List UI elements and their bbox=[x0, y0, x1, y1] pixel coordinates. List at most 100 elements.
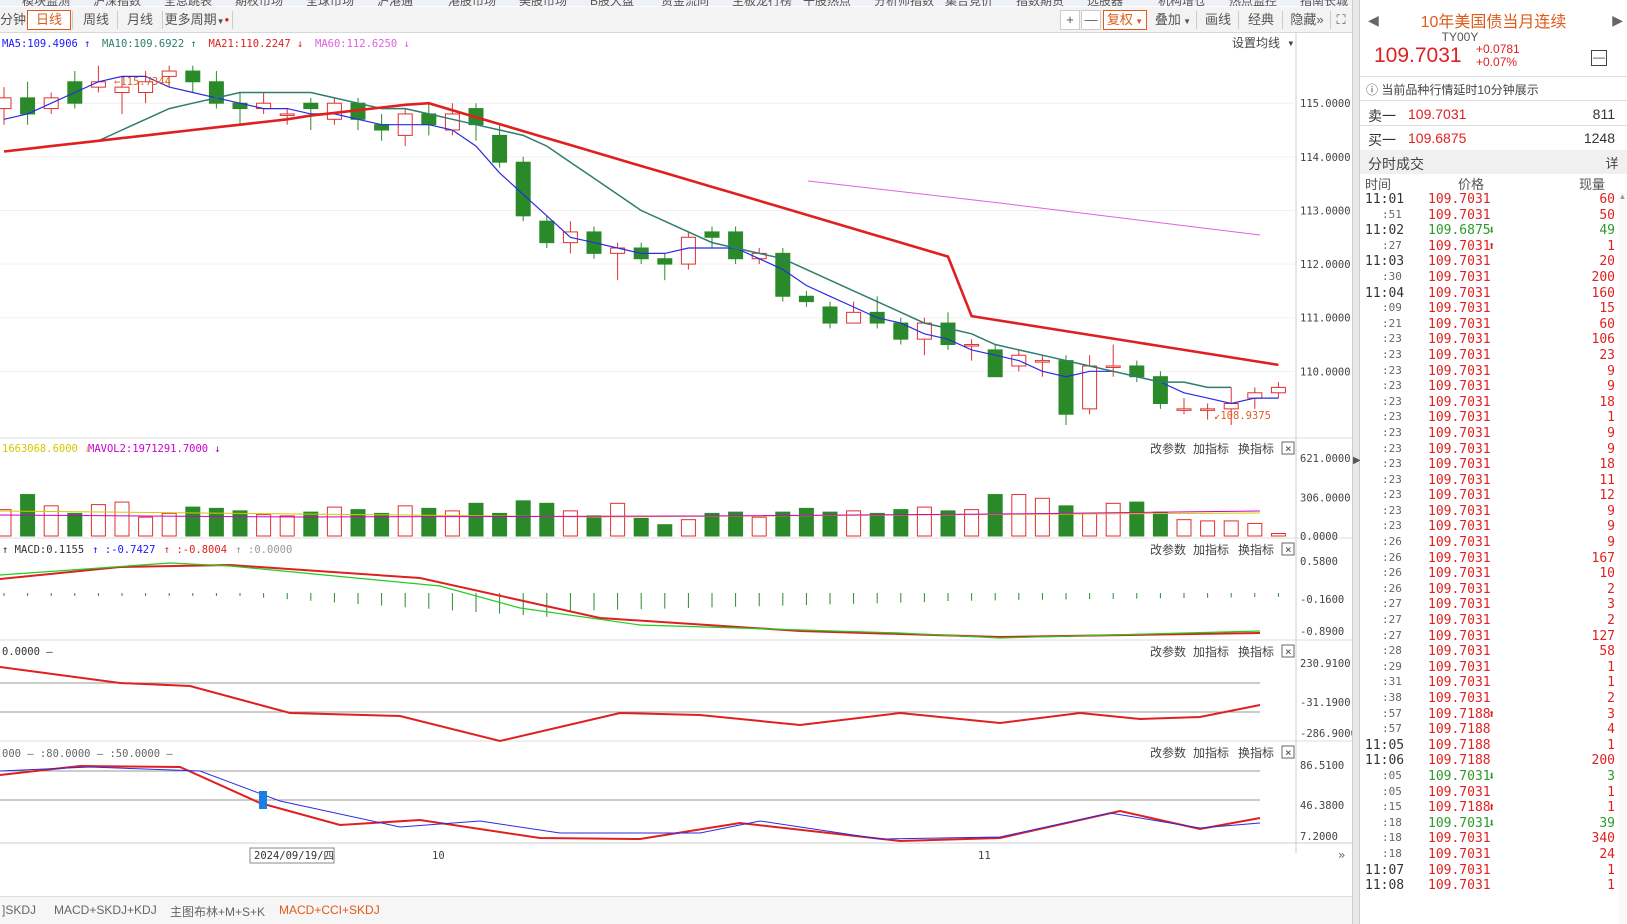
ask-row: 卖一 109.7031 811 bbox=[1360, 102, 1627, 126]
nav-item[interactable]: 模块监测 bbox=[22, 0, 70, 6]
nav-item[interactable]: 沪深指数 bbox=[93, 0, 141, 6]
nav-item[interactable]: 机构增仓 bbox=[1158, 0, 1206, 6]
zoom-in-icon[interactable]: + bbox=[1060, 10, 1080, 30]
kdj-switch-indicator-button: 换指标 bbox=[1238, 745, 1274, 760]
nav-item[interactable]: 沪港通 bbox=[377, 0, 413, 6]
nav-item[interactable]: 分析师指数 bbox=[874, 0, 934, 6]
price-tick-label: 113.0000 bbox=[1300, 205, 1351, 217]
period-daily[interactable]: 日线 bbox=[27, 10, 71, 30]
nav-item[interactable]: B股大盘 bbox=[590, 0, 634, 6]
tab-boll-m-s-k[interactable]: 主图布林+M+S+K bbox=[170, 903, 265, 920]
tick-time: :29 bbox=[1382, 659, 1402, 673]
tick-volume: 1 bbox=[1607, 410, 1615, 426]
macd-switch-indicator-button: 换指标 bbox=[1238, 542, 1274, 557]
nav-item[interactable]: 集合竞价 bbox=[945, 0, 993, 6]
kline-chart[interactable]: 115.0000 114.0000 113.0000 112.0000 111.0000… bbox=[0, 33, 1352, 893]
period-monthly[interactable]: 月线 bbox=[118, 10, 162, 30]
fullscreen-icon[interactable]: ⛶ bbox=[1332, 10, 1350, 30]
tick-time: :27 bbox=[1382, 628, 1402, 642]
detail-button[interactable]: 详 bbox=[1603, 153, 1621, 171]
tick-time: :23 bbox=[1382, 363, 1402, 377]
tick-row: :21 109.7031 60 bbox=[1360, 317, 1627, 333]
tick-time: :23 bbox=[1382, 410, 1402, 424]
tab-skdj[interactable]: ]SKDJ bbox=[2, 903, 36, 917]
tick-row: 11:02 109.6875 49 ⬇ bbox=[1360, 223, 1627, 239]
nav-item[interactable]: 资金流向 bbox=[661, 0, 709, 6]
last-price: 109.7031 bbox=[1374, 44, 1462, 67]
nav-item[interactable]: 期权市场 bbox=[235, 0, 283, 6]
scroll-up-icon[interactable]: ▲ bbox=[1618, 192, 1627, 201]
nav-item[interactable]: 美股市场 bbox=[519, 0, 567, 6]
overlay-dropdown[interactable]: 叠加 ▼ bbox=[1150, 10, 1196, 30]
tick-price: 109.7031 bbox=[1428, 269, 1491, 285]
tick-time: 11:06 bbox=[1365, 753, 1405, 769]
tick-time: :15 bbox=[1382, 800, 1402, 814]
tick-price: 109.7031 bbox=[1428, 675, 1491, 691]
tick-time: :26 bbox=[1382, 566, 1402, 580]
tick-time: :09 bbox=[1382, 301, 1402, 315]
volume-bar bbox=[1129, 501, 1145, 537]
ticks-list[interactable]: 11:01 109.7031 60:51 109.7031 50 11:02 109.687… bbox=[1360, 192, 1627, 894]
tick-row: :23 109.7031 18 bbox=[1360, 395, 1627, 411]
chevron-down-icon: ▼ bbox=[1132, 17, 1144, 26]
nav-item[interactable]: 全球市场 bbox=[306, 0, 354, 6]
tick-row: 11:01 109.7031 60 bbox=[1360, 192, 1627, 208]
nav-item[interactable]: 热点监控 bbox=[1229, 0, 1277, 6]
adjust-label: 复权 bbox=[1106, 12, 1133, 27]
candle-body bbox=[1223, 403, 1239, 410]
period-minute[interactable]: 分钟 bbox=[0, 10, 26, 30]
kdj-legend: 000 – :80.0000 – :50.0000 – bbox=[2, 748, 173, 760]
kdj-tick-label: 7.2000 bbox=[1300, 831, 1338, 843]
tick-time: :38 bbox=[1382, 691, 1402, 704]
period-weekly[interactable]: 周线 bbox=[74, 10, 118, 30]
volume-bar bbox=[350, 509, 366, 537]
volume-bar bbox=[916, 506, 932, 537]
nav-item[interactable]: 全息跳表 bbox=[164, 0, 212, 6]
candle-body bbox=[539, 220, 555, 244]
tab-macd-skdj-kdj[interactable]: MACD+SKDJ+KDJ bbox=[54, 903, 157, 917]
ticks-scrollbar[interactable]: ▲ bbox=[1618, 192, 1627, 924]
nav-item[interactable]: 选股器 bbox=[1087, 0, 1123, 6]
tick-price: 109.7031 bbox=[1428, 581, 1491, 597]
volume-bar bbox=[798, 507, 814, 537]
tick-row: :23 109.7031 1 bbox=[1360, 410, 1627, 426]
chart-canvas[interactable]: 115.0000 114.0000 113.0000 112.0000 111.0000… bbox=[0, 33, 1352, 893]
tick-price: 109.7031 bbox=[1428, 597, 1491, 613]
nav-item[interactable]: 港股市场 bbox=[448, 0, 496, 6]
tick-row: :23 109.7031 9 bbox=[1360, 364, 1627, 380]
tick-volume: 50 bbox=[1599, 207, 1615, 223]
adjust-dropdown[interactable]: 复权 ▼ bbox=[1103, 10, 1147, 30]
nav-item[interactable]: 指南长城 bbox=[1300, 0, 1348, 6]
bid-price: 109.6875 bbox=[1408, 130, 1467, 146]
macd-legend-4: ↑ :0.0000 bbox=[235, 544, 292, 556]
tab-macd-cci-skdj[interactable]: MACD+CCI+SKDJ bbox=[279, 903, 380, 917]
candle-body bbox=[775, 252, 791, 297]
tick-time: :27 bbox=[1382, 238, 1402, 252]
volume-add-indicator-button: 加指标 bbox=[1193, 441, 1229, 456]
nav-item[interactable]: 干股热点 bbox=[803, 0, 851, 6]
ask-price: 109.7031 bbox=[1408, 106, 1467, 122]
hide-button[interactable]: 隐藏» bbox=[1284, 10, 1330, 30]
tick-time: 11:08 bbox=[1365, 878, 1405, 894]
ticks-title: 分时成交 bbox=[1368, 156, 1424, 172]
minimize-button[interactable]: — bbox=[1591, 50, 1607, 66]
tick-volume: 167 bbox=[1591, 550, 1615, 566]
classic-button[interactable]: 经典 bbox=[1240, 10, 1282, 30]
nav-item[interactable]: 指数期货 bbox=[1016, 0, 1064, 6]
tick-volume: 60 bbox=[1599, 192, 1615, 207]
tick-volume: 9 bbox=[1607, 535, 1615, 551]
zoom-out-icon[interactable]: — bbox=[1081, 10, 1101, 30]
draw-line-button[interactable]: 画线 bbox=[1198, 10, 1238, 30]
volume-change-params-button: 改参数 bbox=[1150, 441, 1186, 456]
macd-tick-label: -0.1600 bbox=[1300, 594, 1344, 606]
nav-item[interactable]: 主板龙行榜 bbox=[732, 0, 792, 6]
tick-row: :27 109.7031 127 bbox=[1360, 629, 1627, 645]
tick-volume: 15 bbox=[1599, 301, 1615, 317]
tick-time: :51 bbox=[1382, 207, 1402, 221]
macd-legend-1: ↑ MACD:0.1155 bbox=[2, 544, 84, 556]
price-tick-label: 115.0000 bbox=[1300, 98, 1351, 110]
tick-row: :23 109.7031 9 bbox=[1360, 519, 1627, 535]
candle bbox=[1152, 371, 1168, 409]
panel-splitter[interactable]: ▶ bbox=[1352, 0, 1361, 924]
more-periods-dropdown[interactable]: 更多周期▼● bbox=[164, 10, 230, 30]
